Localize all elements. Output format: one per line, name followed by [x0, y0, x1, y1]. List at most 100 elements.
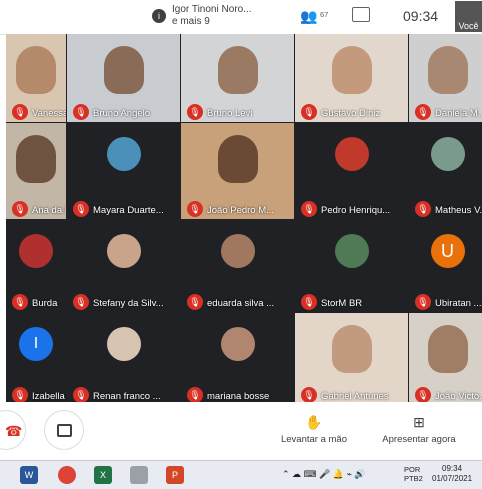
participant-name: Renan franco ... [93, 391, 161, 402]
muted-mic-icon: 🎙 [301, 104, 317, 120]
muted-mic-icon: 🎙 [415, 104, 431, 120]
participant-name: Izabella oriano [32, 391, 66, 402]
chrome-icon[interactable] [58, 466, 76, 484]
camera-icon [57, 424, 72, 437]
participant-tile[interactable]: 🎙 Bruno Angelo [67, 34, 180, 122]
muted-mic-icon: 🎙 [301, 294, 317, 310]
muted-mic-icon: 🎙 [12, 387, 28, 403]
participant-tile[interactable]: 🎙 Burda [6, 220, 66, 312]
participant-name: Daniela M... [435, 108, 482, 119]
participant-tile[interactable]: 🎙 mariana bosse [181, 313, 294, 405]
participant-name: Pedro Henriqu... [321, 205, 391, 216]
people-icon: 👥 [300, 8, 318, 24]
paint-icon[interactable] [130, 466, 148, 484]
meeting-top-bar: i Igor Tinoni Noro... e mais 9 👥 67 09:3… [0, 0, 482, 35]
participant-tile[interactable]: 🎙 Daniela M... [409, 34, 482, 122]
muted-mic-icon: 🎙 [301, 201, 317, 217]
participant-tile[interactable]: 🎙 Ana da Rosa ... [6, 123, 66, 219]
participant-tile[interactable]: 🎙 Gustavo Diniz [295, 34, 408, 122]
camera-button[interactable] [44, 410, 84, 450]
muted-mic-icon: 🎙 [415, 387, 431, 403]
end-call-button[interactable]: ☎ [0, 410, 26, 450]
participant-face [331, 325, 372, 373]
taskbar-date: 01/07/2021 [432, 474, 473, 483]
meeting-controls: ☎ ✋ Levantar a mão ⊞ Apresentar agora [0, 402, 482, 460]
participant-name: João Victo... [435, 391, 482, 402]
lang-line2: PTB2 [404, 474, 423, 483]
notification-line2: e mais 9 [172, 16, 210, 27]
self-view[interactable]: Você [455, 1, 482, 32]
muted-mic-icon: 🎙 [187, 294, 203, 310]
join-notification[interactable]: i Igor Tinoni Noro... e mais 9 [148, 2, 278, 30]
taskbar-clock[interactable]: 09:34 01/07/2021 [432, 464, 472, 484]
tray-icons[interactable]: ⌃ ☁ ⌨ 🎤 🔔 ⌁ 🔊 [282, 469, 366, 480]
participant-face [217, 135, 258, 183]
muted-mic-icon: 🎙 [12, 104, 28, 120]
top-left-area [0, 0, 140, 34]
participant-tile[interactable]: 🎙 Matheus V... [409, 123, 482, 219]
participant-avatar [220, 327, 255, 361]
participant-tile[interactable]: 🎙 João Victo... [409, 313, 482, 405]
participant-name: Matheus V... [435, 205, 482, 216]
participant-face [103, 46, 144, 94]
muted-mic-icon: 🎙 [187, 104, 203, 120]
lang-line1: POR [404, 465, 421, 474]
present-now-label: Apresentar agora [382, 434, 456, 445]
muted-mic-icon: 🎙 [415, 201, 431, 217]
participant-tile[interactable]: 🎙 Stefany da Silv... [67, 220, 180, 312]
participant-avatar [106, 234, 141, 268]
excel-icon[interactable]: X [94, 466, 112, 484]
muted-mic-icon: 🎙 [12, 201, 28, 217]
participant-tile[interactable]: 🎙 Mayara Duarte... [67, 123, 180, 219]
self-label: Você [458, 21, 479, 31]
present-now-button[interactable]: ⊞ Apresentar agora [376, 414, 462, 445]
chat-icon[interactable] [352, 7, 370, 22]
participant-name: Ubiratan ... [435, 298, 482, 309]
muted-mic-icon: 🎙 [187, 387, 203, 403]
raise-hand-label: Levantar a mão [280, 434, 347, 445]
participant-tile[interactable]: 🎙 João Pedro M... [181, 123, 294, 219]
muted-mic-icon: 🎙 [415, 294, 431, 310]
participant-face [331, 46, 372, 94]
participants-button[interactable]: 👥 67 [300, 8, 328, 25]
participant-tile[interactable]: 🎙 Pedro Henriqu... [295, 123, 408, 219]
participants-grid: 🎙Vanessa Pac...🎙Bruno Angelo🎙Bruno Levi🎙… [6, 34, 482, 405]
participant-name: João Pedro M... [207, 205, 275, 216]
participant-tile[interactable]: 🎙 StorM BR [295, 220, 408, 312]
participant-name: mariana bosse [207, 391, 270, 402]
muted-mic-icon: 🎙 [12, 294, 28, 310]
participant-name: Burda [32, 298, 58, 309]
participant-avatar: I [19, 327, 53, 361]
hand-icon: ✋ [305, 414, 323, 430]
participant-tile[interactable]: 🎙 Vanessa Pac... [6, 34, 66, 122]
participant-name: Bruno Levi [207, 108, 253, 119]
participant-avatar [106, 327, 141, 361]
participant-tile[interactable]: U 🎙 Ubiratan ... [409, 220, 482, 312]
participant-face [16, 46, 56, 94]
participant-name: Mayara Duarte... [93, 205, 164, 216]
participant-avatar [19, 234, 53, 268]
muted-mic-icon: 🎙 [73, 294, 89, 310]
participant-face [427, 325, 468, 373]
word-icon[interactable]: W [20, 466, 38, 484]
participant-name: Bruno Angelo [93, 108, 151, 119]
participant-tile[interactable]: 🎙 Bruno Levi [181, 34, 294, 122]
powerpoint-icon[interactable]: P [166, 466, 184, 484]
person-icon: i [152, 9, 166, 23]
meeting-clock: 09:34 [403, 8, 439, 24]
participant-face [16, 135, 56, 183]
muted-mic-icon: 🎙 [187, 201, 203, 217]
participant-tile[interactable]: 🎙 Renan franco ... [67, 313, 180, 405]
participant-tile[interactable]: 🎙 Gabriel Antunes [295, 313, 408, 405]
language-indicator[interactable]: POR PTB2 [404, 465, 423, 483]
participant-name: Gabriel Antunes [321, 391, 389, 402]
participant-tile[interactable]: 🎙 eduarda silva ... [181, 220, 294, 312]
taskbar-time: 09:34 [442, 464, 463, 473]
windows-taskbar: W X P ⌃ ☁ ⌨ 🎤 🔔 ⌁ 🔊 POR PTB2 09:34 01/07… [0, 460, 482, 489]
participants-count: 67 [319, 10, 329, 19]
raise-hand-button[interactable]: ✋ Levantar a mão [276, 414, 352, 445]
muted-mic-icon: 🎙 [73, 104, 89, 120]
participant-name: eduarda silva ... [207, 298, 275, 309]
participant-avatar [334, 234, 369, 268]
participant-tile[interactable]: I 🎙 Izabella oriano [6, 313, 66, 405]
